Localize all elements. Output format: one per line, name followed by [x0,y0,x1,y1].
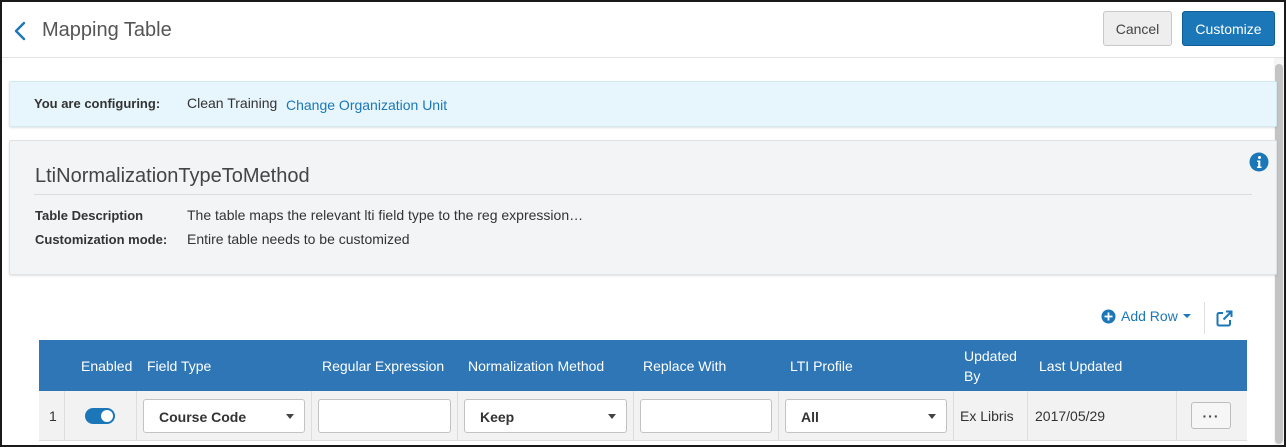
customization-mode-value: Entire table needs to be customized [187,231,410,247]
caret-down-icon [928,414,936,419]
toolbar-divider [1204,302,1205,334]
lti-profile-select[interactable]: All [785,399,947,433]
table-info-panel: LtiNormalizationTypeToMethod Table Descr… [9,140,1277,275]
table-header: Enabled Field Type Regular Expression No… [39,340,1247,391]
caret-down-icon [608,414,616,419]
cell-divider [1027,391,1028,441]
add-row-button[interactable]: Add Row [1101,308,1192,324]
customization-mode-label: Customization mode: [35,232,168,247]
normalization-method-select[interactable]: Keep [464,399,627,433]
chevron-left-icon[interactable] [12,20,30,42]
cell-divider [136,391,137,441]
customize-button[interactable]: Customize [1182,11,1275,46]
field-type-value: Course Code [159,409,247,425]
mapping-table-name: LtiNormalizationTypeToMethod [35,165,310,187]
replace-with-input[interactable] [640,399,772,433]
table-description-label: Table Description [35,208,144,223]
cancel-button[interactable]: Cancel [1103,11,1172,46]
page-frame: Mapping Table Cancel Customize You are c… [0,0,1286,447]
page-title: Mapping Table [42,19,172,41]
plus-circle-icon [1101,309,1116,323]
column-header-regular-expression[interactable]: Regular Expression [322,358,444,374]
lti-profile-value: All [801,409,819,425]
organization-unit-value: Clean Training [187,95,278,111]
row-number: 1 [49,408,57,424]
configuring-label: You are configuring: [34,96,161,111]
column-header-updated-by-line2[interactable]: By [964,368,980,384]
page-header: Mapping Table Cancel Customize [2,2,1284,58]
row-actions-button[interactable]: ··· [1191,402,1231,429]
column-header-normalization-method[interactable]: Normalization Method [468,358,604,374]
cell-divider [778,391,779,441]
external-link-icon[interactable] [1216,310,1233,327]
updated-by-value: Ex Libris [960,408,1014,424]
cell-divider [64,391,65,441]
configuring-banner: You are configuring: Clean Training Chan… [9,81,1277,127]
last-updated-value: 2017/05/29 [1035,408,1106,424]
change-organization-unit-link[interactable]: Change Organization Unit [286,97,447,113]
column-header-lti-profile[interactable]: LTI Profile [790,358,853,374]
cell-divider [633,391,634,441]
cell-divider [457,391,458,441]
info-icon[interactable] [1249,152,1269,172]
column-header-enabled[interactable]: Enabled [81,358,132,374]
column-header-replace-with[interactable]: Replace With [643,358,726,374]
column-header-updated-by-line1[interactable]: Updated [964,348,1017,364]
add-row-label: Add Row [1121,308,1178,324]
table-row: 1 Course Code Keep All Ex Libris 2017/05… [39,391,1247,441]
normalization-method-value: Keep [480,409,515,425]
caret-down-icon [286,414,294,419]
cell-divider [1176,391,1177,441]
info-divider [34,194,1252,195]
field-type-select[interactable]: Course Code [143,399,305,433]
column-header-field-type[interactable]: Field Type [147,358,211,374]
caret-down-icon [1182,314,1191,318]
cell-divider [311,391,312,441]
enabled-toggle[interactable] [85,408,115,424]
column-header-last-updated[interactable]: Last Updated [1039,358,1122,374]
table-description-value: The table maps the relevant lti field ty… [187,207,584,223]
regular-expression-input[interactable] [318,399,451,433]
cell-divider [953,391,954,441]
